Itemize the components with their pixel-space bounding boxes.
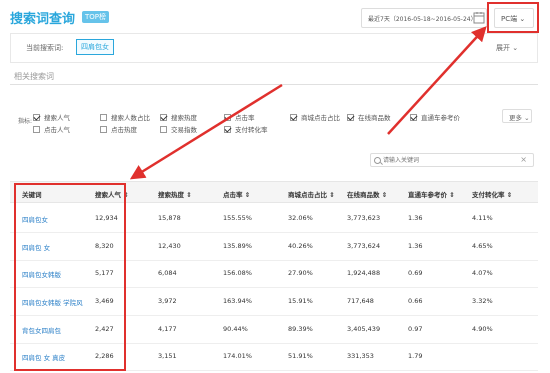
- annotation-arrows: [129, 26, 487, 180]
- arrow-to-device: [387, 26, 487, 135]
- arrow-to-keywords: [129, 83, 283, 180]
